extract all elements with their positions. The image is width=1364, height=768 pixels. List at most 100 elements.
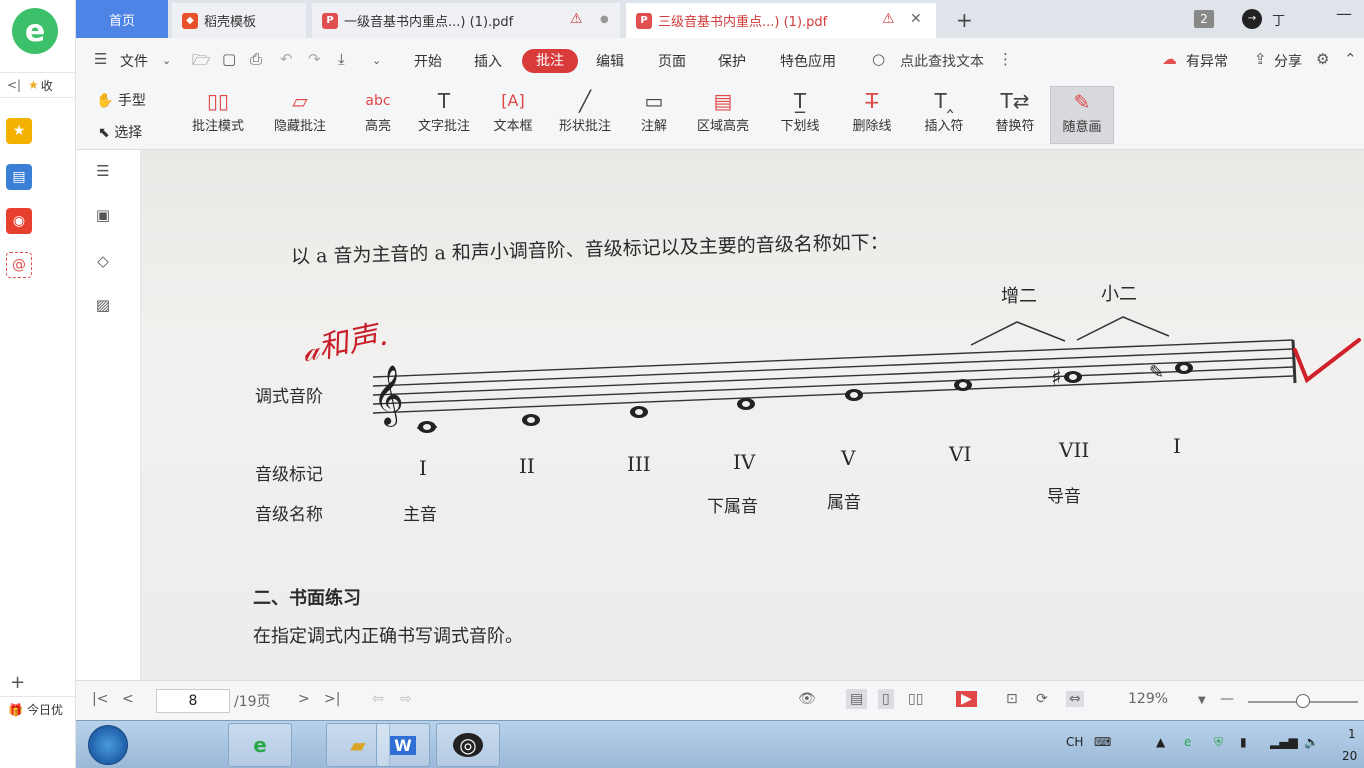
obs-taskbar-icon[interactable]: ◎ bbox=[436, 723, 500, 767]
save-icon[interactable]: ▢ bbox=[222, 50, 236, 68]
zoom-slider-thumb[interactable] bbox=[1296, 694, 1310, 708]
new-tab-icon[interactable]: + bbox=[956, 8, 973, 32]
wps-taskbar-icon[interactable]: W bbox=[376, 723, 430, 767]
freehand-button[interactable]: ✎ 随意画 bbox=[1050, 86, 1114, 144]
menu-home[interactable]: 开始 bbox=[414, 51, 442, 71]
weibo-icon[interactable]: ◉ bbox=[6, 208, 32, 234]
last-page-icon[interactable]: >| bbox=[324, 691, 340, 707]
sharp-icon: ♯ bbox=[1051, 366, 1062, 391]
document-viewport[interactable]: 以 a 音为主音的 a 和声小调音阶、音级标记以及主要的音级名称如下： 增二 小… bbox=[141, 150, 1364, 680]
actual-size-icon[interactable]: ⊡ bbox=[1006, 691, 1018, 707]
hamburger-icon[interactable]: ☰ bbox=[94, 50, 107, 68]
signature-icon[interactable]: ▨ bbox=[92, 296, 114, 316]
tray-expand-icon[interactable]: ▲ bbox=[1156, 735, 1165, 749]
today-deals[interactable]: 🎁 今日优 bbox=[0, 696, 76, 722]
menu-protect[interactable]: 保护 bbox=[718, 51, 746, 71]
area-highlight-button[interactable]: ▤ 区域高亮 bbox=[688, 86, 758, 144]
hide-annotation-button[interactable]: ▱ 隐藏批注 bbox=[266, 86, 334, 144]
menu-edit[interactable]: 编辑 bbox=[596, 51, 624, 71]
outline-icon[interactable]: ☰ bbox=[92, 162, 114, 182]
open-folder-icon[interactable]: 🗁 bbox=[192, 50, 211, 75]
bookmark-icon[interactable]: ◇ bbox=[92, 252, 114, 272]
mail-icon[interactable]: @ bbox=[6, 252, 32, 278]
back-view-icon[interactable]: ⇦ bbox=[372, 691, 384, 707]
favorites-star-icon[interactable]: ★ bbox=[6, 118, 32, 144]
collapse-ribbon-icon[interactable]: ⌃ bbox=[1344, 50, 1357, 68]
undo-icon[interactable]: ↶ bbox=[280, 50, 293, 68]
export-icon[interactable]: ⤓ bbox=[338, 50, 345, 68]
hand-tool[interactable]: ✋ 手型 bbox=[96, 90, 146, 110]
search-text[interactable]: 点此查找文本 bbox=[900, 51, 984, 71]
menu-special[interactable]: 特色应用 bbox=[780, 51, 836, 71]
fit-width-icon[interactable]: ⇔ bbox=[1066, 691, 1084, 707]
share-button[interactable]: 分享 bbox=[1274, 51, 1302, 71]
print-icon[interactable]: ⎙ bbox=[250, 50, 262, 68]
single-page-icon[interactable]: ▯ bbox=[878, 689, 894, 709]
page-number-input[interactable]: 8 bbox=[156, 689, 230, 713]
menu-annotate[interactable]: 批注 bbox=[522, 49, 578, 73]
insert-caret-button[interactable]: T‸ 插入符 bbox=[914, 86, 974, 144]
eye-care-icon[interactable]: 👁 bbox=[798, 691, 816, 707]
minimize-icon[interactable]: — bbox=[1336, 4, 1352, 23]
select-tool[interactable]: ⬉ 选择 bbox=[98, 122, 142, 142]
user-name[interactable]: 丁 bbox=[1272, 10, 1285, 29]
collapse-icon[interactable]: <| bbox=[0, 78, 28, 92]
menu-page[interactable]: 页面 bbox=[658, 51, 686, 71]
zoom-level[interactable]: 129% bbox=[1128, 691, 1168, 707]
thumbnail-icon[interactable]: ▣ bbox=[92, 206, 114, 226]
two-page-icon[interactable]: ▯▯ bbox=[908, 691, 923, 707]
tab-daoke-templates[interactable]: ◆ 稻壳模板 bbox=[172, 3, 306, 38]
tab-home[interactable]: 首页 bbox=[76, 0, 168, 38]
tab-pdf-level1[interactable]: P 一级音基书内重点...) (1).pdf ⚠ ● bbox=[312, 3, 620, 38]
zoom-out-icon[interactable]: — bbox=[1220, 691, 1234, 707]
tray-browser-icon[interactable]: e bbox=[1184, 735, 1191, 749]
redo-icon[interactable]: ↷ bbox=[308, 50, 321, 68]
zoom-dropdown-icon[interactable]: ▼ bbox=[1198, 695, 1206, 706]
forward-view-icon[interactable]: ⇨ bbox=[400, 691, 412, 707]
more-icon[interactable]: ⋮ bbox=[998, 50, 1013, 68]
favorites-label[interactable]: 收 bbox=[41, 77, 53, 94]
cloud-warning-icon[interactable]: ☁ bbox=[1162, 50, 1177, 68]
tab-pdf-level3[interactable]: P 三级音基书内重点...) (1).pdf ⚠ ✕ bbox=[626, 3, 936, 38]
underline-button[interactable]: T̲ 下划线 bbox=[772, 86, 828, 144]
textbox-button[interactable]: [A] 文本框 bbox=[486, 86, 540, 144]
browser-logo[interactable]: e bbox=[12, 8, 58, 54]
security-shield-icon[interactable]: ⛨ bbox=[1214, 735, 1223, 750]
avatar[interactable]: → bbox=[1242, 9, 1262, 29]
prev-page-icon[interactable]: < bbox=[122, 691, 134, 707]
clock-date[interactable]: 20 bbox=[1342, 749, 1357, 763]
network-icon[interactable]: ▂▄▆ bbox=[1270, 735, 1298, 749]
shape-annotation-button[interactable]: ╱ 形状批注 bbox=[548, 86, 622, 144]
window-count-badge[interactable]: 2 bbox=[1194, 10, 1214, 28]
bracket-minor bbox=[1076, 316, 1170, 341]
gear-icon[interactable]: ⚙ bbox=[1316, 50, 1329, 68]
add-icon[interactable]: + bbox=[10, 672, 25, 693]
menu-file[interactable]: 文件 bbox=[120, 51, 148, 71]
device-icon[interactable]: ▮ bbox=[1240, 735, 1247, 749]
strikethrough-button[interactable]: T̶ 删除线 bbox=[842, 86, 902, 144]
first-page-icon[interactable]: |< bbox=[92, 691, 108, 707]
fit-page-icon[interactable]: ⟳ bbox=[1036, 691, 1048, 707]
news-icon[interactable]: ▤ bbox=[6, 164, 32, 190]
clock-time[interactable]: 1 bbox=[1348, 727, 1356, 741]
play-icon[interactable]: ▶ bbox=[956, 691, 977, 707]
next-page-icon[interactable]: > bbox=[298, 691, 310, 707]
volume-icon[interactable]: 🔈 bbox=[1304, 735, 1319, 749]
chevron-down-icon[interactable]: ⌄ bbox=[372, 54, 381, 67]
continuous-view-icon[interactable]: ▤ bbox=[846, 689, 868, 709]
highlight-button[interactable]: abc 高亮 bbox=[356, 86, 400, 144]
share-icon[interactable]: ⇪ bbox=[1254, 50, 1267, 68]
menu-insert[interactable]: 插入 bbox=[474, 51, 502, 71]
browser-taskbar-icon[interactable]: e bbox=[228, 723, 292, 767]
chevron-down-icon[interactable]: ⌄ bbox=[162, 54, 171, 67]
annotation-mode-button[interactable]: ▯▯ 批注模式 bbox=[184, 86, 252, 144]
search-icon[interactable]: ○ bbox=[872, 50, 885, 68]
start-button[interactable] bbox=[88, 725, 128, 765]
keyboard-icon[interactable]: ⌨ bbox=[1094, 735, 1111, 749]
ime-indicator[interactable]: CH bbox=[1066, 735, 1083, 749]
text-annotation-button[interactable]: T 文字批注 bbox=[412, 86, 476, 144]
note-button[interactable]: ▭ 注解 bbox=[632, 86, 676, 144]
close-icon[interactable]: ✕ bbox=[910, 11, 922, 27]
sync-status[interactable]: 有异常 bbox=[1186, 51, 1228, 71]
replace-button[interactable]: T⇄ 替换符 bbox=[984, 86, 1046, 144]
